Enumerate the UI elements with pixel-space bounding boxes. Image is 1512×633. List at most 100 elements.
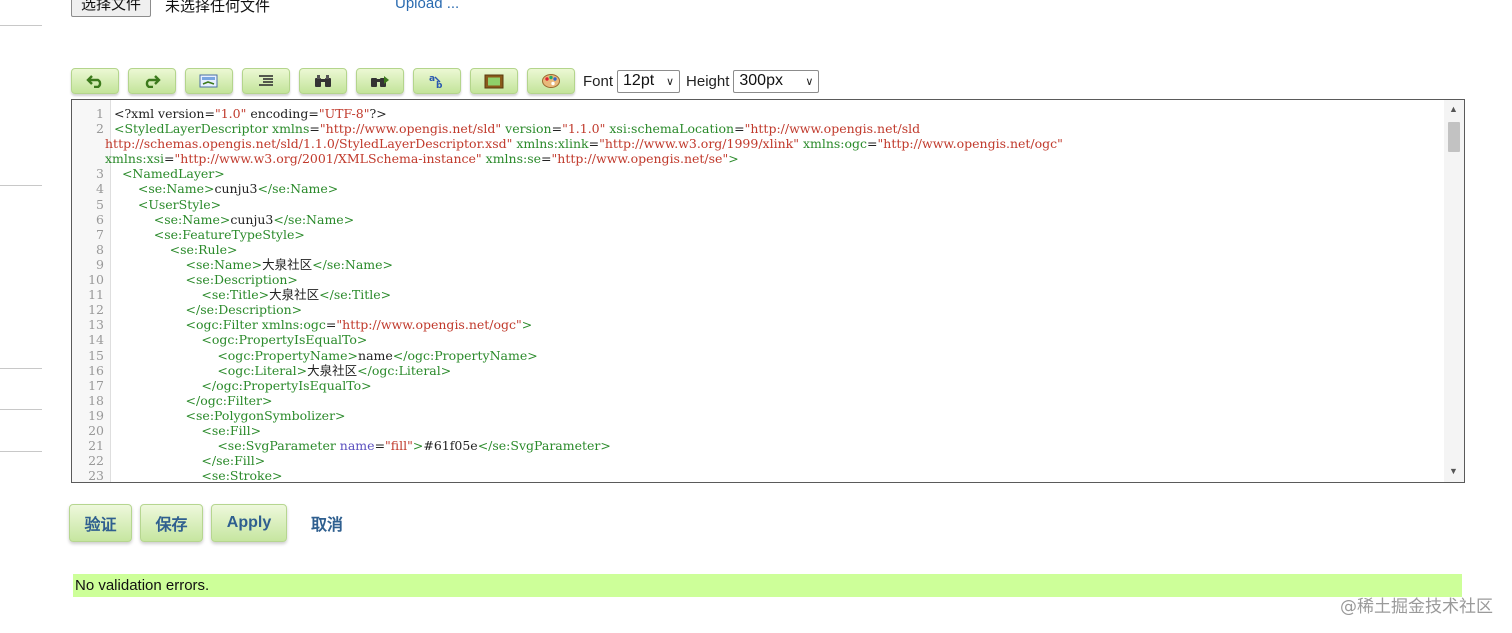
line-code: <se:SvgParameter name="fill">#61f05e</se… bbox=[217, 438, 611, 454]
reindent-icon bbox=[259, 75, 273, 86]
code-line[interactable]: 15 <ogc:PropertyName>name</ogc:PropertyN… bbox=[72, 348, 1444, 363]
line-number: 3 bbox=[96, 166, 104, 182]
line-number: 8 bbox=[96, 241, 104, 257]
code-line[interactable]: 16 <ogc:Literal>大泉社区</ogc:Literal> bbox=[72, 363, 1444, 378]
cancel-link[interactable]: 取消 bbox=[311, 511, 343, 535]
line-code: <se:Description> bbox=[185, 272, 298, 288]
code-line[interactable]: 1 <?xml version="1.0" encoding="UTF-8"?> bbox=[72, 106, 1444, 121]
validate-button[interactable]: 验证 bbox=[69, 504, 132, 542]
line-number: 23 bbox=[88, 468, 104, 483]
side-divider bbox=[0, 451, 42, 452]
code-line[interactable]: 8 <se:Rule> bbox=[72, 242, 1444, 257]
line-number: 9 bbox=[96, 256, 104, 272]
line-number: 6 bbox=[96, 211, 104, 227]
apply-button[interactable]: Apply bbox=[211, 504, 287, 542]
reindent-button[interactable] bbox=[242, 68, 290, 94]
code-line[interactable]: 10 <se:Description> bbox=[72, 272, 1444, 287]
line-number: 20 bbox=[88, 422, 104, 438]
code-line[interactable]: 22 </se:Fill> bbox=[72, 453, 1444, 468]
undo-icon bbox=[86, 75, 102, 88]
side-divider bbox=[0, 25, 42, 26]
text-replace-button[interactable]: ab bbox=[413, 68, 461, 94]
code-line[interactable]: 13 <ogc:Filter xmlns:ogc="http://www.ope… bbox=[72, 317, 1444, 332]
code-line[interactable]: 2 <StyledLayerDescriptor xmlns="http://ww… bbox=[72, 121, 1444, 136]
code-line[interactable]: 17 </ogc:PropertyIsEqualTo> bbox=[72, 378, 1444, 393]
find-replace-button[interactable] bbox=[356, 68, 404, 94]
line-code: <se:Name>大泉社区</se:Name> bbox=[185, 256, 393, 272]
font-size-select[interactable]: 12pt ∨ bbox=[617, 69, 681, 93]
code-line[interactable]: 9 <se:Name>大泉社区</se:Name> bbox=[72, 257, 1444, 272]
validation-status: No validation errors. bbox=[73, 574, 1462, 597]
line-number: 11 bbox=[88, 287, 104, 303]
code-line[interactable]: 12 </se:Description> bbox=[72, 302, 1444, 317]
line-number: 19 bbox=[88, 407, 104, 423]
line-code: <se:FeatureTypeStyle> bbox=[153, 226, 305, 242]
redo-icon bbox=[145, 75, 161, 88]
side-divider bbox=[0, 185, 42, 186]
line-number: 12 bbox=[88, 302, 104, 318]
scroll-down-icon[interactable]: ▼ bbox=[1449, 466, 1458, 476]
font-size-value: 12pt bbox=[623, 72, 655, 89]
line-number: 4 bbox=[96, 181, 104, 197]
line-code: <se:PolygonSymbolizer> bbox=[185, 407, 346, 423]
height-label: Height bbox=[686, 72, 730, 90]
code-line[interactable]: 23 <se:Stroke> bbox=[72, 468, 1444, 483]
line-code: <ogc:PropertyName>name</ogc:PropertyName… bbox=[217, 347, 538, 363]
redo-button[interactable] bbox=[128, 68, 176, 94]
goto-line-button[interactable] bbox=[185, 68, 233, 94]
goto-line-icon bbox=[199, 74, 218, 87]
choose-file-button[interactable]: 选择文件 bbox=[71, 0, 152, 17]
code-line[interactable]: 6 <se:Name>cunju3</se:Name> bbox=[72, 212, 1444, 227]
editor-toolbar: ab Font 12pt ∨ Height 300px ∨ bbox=[71, 68, 820, 94]
svg-text:a: a bbox=[429, 74, 435, 84]
scroll-thumb[interactable] bbox=[1448, 122, 1460, 152]
code-line[interactable]: 0xmlns:xsi="http://www.w3.org/2001/XMLSc… bbox=[72, 151, 1444, 166]
scroll-up-icon[interactable]: ▲ bbox=[1449, 104, 1458, 114]
line-code: <se:Name>cunju3</se:Name> bbox=[137, 181, 339, 197]
line-code: <ogc:Literal>大泉社区</ogc:Literal> bbox=[217, 362, 452, 378]
upload-link[interactable]: Upload ... bbox=[395, 0, 459, 12]
line-code: <StyledLayerDescriptor xmlns="http://www… bbox=[114, 121, 921, 137]
code-line[interactable]: 7 <se:FeatureTypeStyle> bbox=[72, 227, 1444, 242]
code-line[interactable]: 14 <ogc:PropertyIsEqualTo> bbox=[72, 332, 1444, 347]
editor-scrollbar[interactable]: ▲ ▼ bbox=[1444, 100, 1464, 482]
undo-button[interactable] bbox=[71, 68, 119, 94]
code-line[interactable]: 18 </ogc:Filter> bbox=[72, 393, 1444, 408]
find-replace-icon bbox=[371, 76, 389, 87]
line-number: 17 bbox=[88, 377, 104, 393]
line-code: <se:Stroke> bbox=[201, 468, 283, 483]
line-number: 14 bbox=[88, 332, 104, 348]
color-palette-button[interactable] bbox=[527, 68, 575, 94]
xml-code-editor[interactable]: 1 <?xml version="1.0" encoding="UTF-8"?> 2… bbox=[71, 99, 1465, 483]
editor-height-value: 300px bbox=[739, 72, 783, 89]
side-divider bbox=[0, 368, 42, 369]
find-button[interactable] bbox=[299, 68, 347, 94]
line-code: <?xml version="1.0" encoding="UTF-8"?> bbox=[114, 106, 387, 121]
code-line[interactable]: 21 <se:SvgParameter name="fill">#61f05e<… bbox=[72, 438, 1444, 453]
color-palette-icon bbox=[542, 74, 560, 88]
line-code: <se:Fill> bbox=[201, 422, 262, 438]
code-line[interactable]: 19 <se:PolygonSymbolizer> bbox=[72, 408, 1444, 423]
line-code: <se:Name>cunju3</se:Name> bbox=[153, 211, 355, 227]
code-line[interactable]: 11 <se:Title>大泉社区</se:Title> bbox=[72, 287, 1444, 302]
chevron-down-icon: ∨ bbox=[665, 75, 675, 88]
line-number: 1 bbox=[96, 106, 104, 121]
file-status-text: 未选择任何文件 bbox=[165, 0, 271, 15]
line-code: xmlns:xsi="http://www.w3.org/2001/XMLSch… bbox=[105, 151, 739, 167]
action-bar: 验证 保存 Apply 取消 bbox=[69, 504, 343, 542]
code-line[interactable]: 4 <se:Name>cunju3</se:Name> bbox=[72, 181, 1444, 196]
code-line[interactable]: 0http://schemas.opengis.net/sld/1.1.0/St… bbox=[72, 136, 1444, 151]
line-number: 13 bbox=[88, 317, 104, 333]
side-divider bbox=[0, 409, 42, 410]
code-line[interactable]: 20 <se:Fill> bbox=[72, 423, 1444, 438]
code-line[interactable]: 5 <UserStyle> bbox=[72, 197, 1444, 212]
line-code: http://schemas.opengis.net/sld/1.1.0/Sty… bbox=[105, 136, 1063, 152]
line-number: 22 bbox=[88, 453, 104, 469]
line-code: <ogc:PropertyIsEqualTo> bbox=[201, 332, 368, 348]
editor-height-select[interactable]: 300px ∨ bbox=[733, 69, 820, 93]
fullscreen-button[interactable] bbox=[470, 68, 518, 94]
line-code: </se:Description> bbox=[185, 302, 303, 318]
code-line[interactable]: 3 <NamedLayer> bbox=[72, 166, 1444, 181]
save-button[interactable]: 保存 bbox=[140, 504, 203, 542]
line-code: </se:Fill> bbox=[201, 453, 266, 469]
